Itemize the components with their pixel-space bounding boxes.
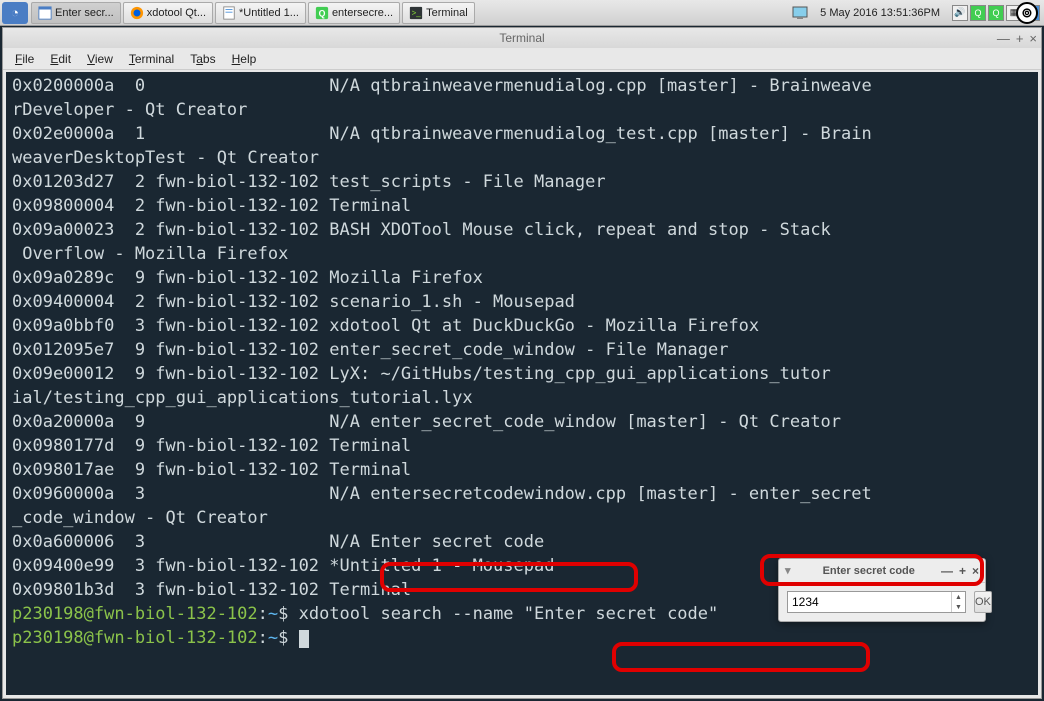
task-label: Enter secr...	[55, 7, 114, 19]
menu-tabs[interactable]: Tabs	[184, 50, 221, 68]
close-button[interactable]: ×	[1029, 31, 1037, 46]
volume-icon[interactable]: 🔊	[952, 5, 968, 21]
taskbar: ◔ Enter secr... xdotool Qt... *Untitled …	[0, 0, 1044, 26]
menu-help[interactable]: Help	[226, 50, 263, 68]
secret-code-input[interactable]	[788, 592, 951, 612]
task-label: entersecre...	[332, 7, 393, 19]
spin-up-button[interactable]: ▲	[952, 592, 965, 602]
terminal-title: Terminal	[499, 31, 544, 45]
dialog-titlebar[interactable]: ▾ Enter secret code — + ×	[779, 559, 985, 583]
dialog-maximize-button[interactable]: +	[959, 564, 966, 578]
window-icon	[38, 6, 52, 20]
start-menu-button[interactable]: ◔	[2, 2, 28, 24]
tray-icon-1[interactable]: Q	[970, 5, 986, 21]
secret-code-spinbox[interactable]: ▲ ▼	[787, 591, 966, 613]
terminal-titlebar[interactable]: Terminal — + ×	[3, 28, 1041, 48]
mousepad-icon	[222, 6, 236, 20]
dialog-menu-icon[interactable]: ▾	[785, 564, 791, 577]
terminal-menubar: File Edit View Terminal Tabs Help	[3, 48, 1041, 70]
taskbar-task-entersecretcode[interactable]: Q entersecre...	[308, 2, 400, 24]
taskbar-task-xdotool[interactable]: xdotool Qt...	[123, 2, 213, 24]
menu-terminal[interactable]: Terminal	[123, 50, 180, 68]
svg-text:Q: Q	[319, 8, 326, 18]
terminal-icon: >_	[409, 6, 423, 20]
menu-file[interactable]: File	[9, 50, 40, 68]
svg-text:>_: >_	[412, 8, 422, 17]
menu-edit[interactable]: Edit	[44, 50, 77, 68]
taskbar-task-untitled[interactable]: *Untitled 1...	[215, 2, 306, 24]
task-label: Terminal	[426, 7, 468, 19]
tray-icon-2[interactable]: Q	[988, 5, 1004, 21]
spin-down-button[interactable]: ▼	[952, 602, 965, 612]
desktop-icon[interactable]	[792, 5, 808, 21]
qtcreator-icon: Q	[315, 6, 329, 20]
maximize-button[interactable]: +	[1016, 31, 1024, 46]
minimize-button[interactable]: —	[997, 31, 1010, 46]
task-label: xdotool Qt...	[147, 7, 206, 19]
corner-icon[interactable]: ⊚	[1016, 2, 1038, 24]
clock[interactable]: 5 May 2016 13:51:36PM	[812, 7, 948, 19]
taskbar-task-terminal[interactable]: >_ Terminal	[402, 2, 475, 24]
enter-secret-code-dialog: ▾ Enter secret code — + × ▲ ▼ OK	[778, 558, 986, 622]
taskbar-task-enter-secret[interactable]: Enter secr...	[31, 2, 121, 24]
dialog-title: Enter secret code	[797, 565, 941, 577]
dialog-close-button[interactable]: ×	[972, 564, 979, 578]
menu-view[interactable]: View	[81, 50, 119, 68]
task-label: *Untitled 1...	[239, 7, 299, 19]
firefox-icon	[130, 6, 144, 20]
ok-button[interactable]: OK	[974, 591, 992, 613]
dialog-minimize-button[interactable]: —	[941, 564, 953, 578]
